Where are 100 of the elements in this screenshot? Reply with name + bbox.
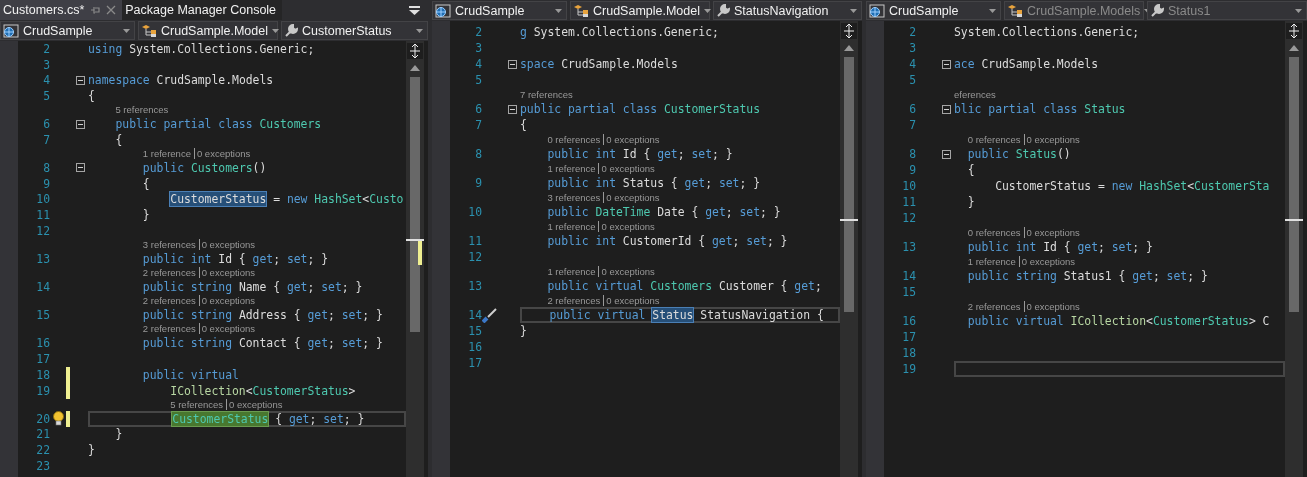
- line-number: 2: [474, 25, 482, 39]
- line-number: 3: [474, 41, 482, 55]
- scroll-up-icon[interactable]: [844, 45, 854, 51]
- line-number: 2: [42, 41, 50, 56]
- code-line: {: [115, 132, 123, 147]
- code-line: public virtual Status StatusNavigation {: [549, 308, 824, 322]
- code-editor[interactable]: [884, 21, 1307, 477]
- lightbulb-icon[interactable]: [52, 411, 64, 427]
- collapse-icon[interactable]: [76, 75, 85, 85]
- hierarchy-icon: [1007, 3, 1023, 18]
- line-number: 8: [42, 160, 50, 175]
- dropdown[interactable]: Status1: [1147, 1, 1307, 20]
- line-number: 17: [467, 356, 482, 370]
- line-number: 12: [901, 211, 916, 225]
- scroll-thumb[interactable]: [844, 57, 854, 312]
- splitter-icon[interactable]: [841, 23, 857, 39]
- code-editor[interactable]: [18, 41, 428, 477]
- wrench-icon: [284, 23, 298, 38]
- code-line: }: [520, 324, 527, 338]
- scrollbar[interactable]: [406, 41, 424, 477]
- globe-icon: [435, 3, 451, 18]
- line-number: 8: [908, 147, 916, 161]
- codelens-label[interactable]: 2 references 0 exceptions: [967, 300, 1080, 313]
- line-number: 6: [908, 102, 916, 116]
- line-number: 9: [42, 176, 50, 191]
- code-line: public string Address { get; set; }: [142, 308, 383, 323]
- collapse-icon[interactable]: [942, 149, 951, 159]
- codelens-label[interactable]: 2 references 0 exceptions: [547, 294, 660, 307]
- line-number: 13: [35, 251, 50, 266]
- collapse-icon[interactable]: [942, 59, 951, 69]
- line-number: 3: [908, 41, 916, 55]
- codelens-label[interactable]: eferences: [954, 88, 996, 101]
- code-editor[interactable]: [450, 21, 862, 477]
- code-line: public string Name { get; set; }: [142, 280, 363, 295]
- scrollbar[interactable]: [840, 21, 858, 477]
- pin-icon[interactable]: [90, 5, 101, 15]
- code-line: public DateTime Date { get; set; }: [547, 205, 781, 219]
- scroll-up-icon[interactable]: [410, 65, 420, 71]
- caret-icon: [416, 28, 423, 33]
- codelens-label[interactable]: 0 references 0 exceptions: [967, 226, 1080, 239]
- dropdown[interactable]: CrudSample: [432, 1, 567, 20]
- codelens-label[interactable]: 2 references 0 exceptions: [142, 295, 255, 308]
- dropdown[interactable]: CrudSample.Model: [570, 1, 710, 20]
- code-line: blic partial class Status: [954, 102, 1126, 116]
- code-line: public string Status1 { get; set; }: [967, 269, 1208, 283]
- dropdown[interactable]: CrudSample.Models: [1004, 1, 1144, 20]
- codelens-label[interactable]: 7 references: [520, 88, 573, 101]
- dropdown[interactable]: CustomerStatus: [281, 21, 428, 40]
- line-number: 19: [35, 383, 50, 398]
- wrench-icon: [716, 3, 730, 18]
- line-number: 10: [35, 192, 50, 207]
- codelens-label[interactable]: 1 reference 0 exceptions: [547, 220, 655, 233]
- line-number: 13: [901, 240, 916, 254]
- caret-icon: [123, 28, 130, 33]
- code-line: public virtual ICollection<CustomerStatus> C: [967, 314, 1270, 328]
- caret-marker: [1285, 219, 1303, 221]
- codelens-label[interactable]: 1 reference 0 exceptions: [547, 265, 655, 278]
- collapse-icon[interactable]: [508, 59, 517, 69]
- line-number: 8: [474, 147, 482, 161]
- codelens-label[interactable]: 3 references 0 exceptions: [547, 191, 660, 204]
- dropdown[interactable]: StatusNavigation: [713, 1, 862, 20]
- codelens-label[interactable]: 1 reference 0 exceptions: [547, 162, 655, 175]
- scroll-thumb[interactable]: [1289, 57, 1299, 312]
- codelens-label[interactable]: 1 reference 0 exceptions: [142, 147, 251, 160]
- scrollbar[interactable]: [1285, 21, 1303, 477]
- line-number: 6: [42, 117, 50, 132]
- codelens-label[interactable]: 3 references 0 exceptions: [142, 238, 255, 251]
- scroll-thumb[interactable]: [410, 77, 420, 332]
- splitter-icon[interactable]: [1286, 23, 1302, 39]
- codelens-label[interactable]: 0 references 0 exceptions: [967, 133, 1080, 146]
- splitter-icon[interactable]: [407, 43, 423, 59]
- code-line: namespace CrudSample.Models: [88, 73, 274, 88]
- collapse-icon[interactable]: [508, 104, 517, 114]
- code-line: public int CustomerId { get; set; }: [547, 234, 788, 248]
- code-line: public int Status { get; set; }: [547, 176, 761, 190]
- document-tab[interactable]: Customers.cs*: [0, 0, 123, 20]
- code-line: public Customers(): [142, 160, 267, 175]
- dropdown[interactable]: CrudSample: [866, 1, 1001, 20]
- codelens-label[interactable]: 5 references: [115, 104, 169, 116]
- dropdown[interactable]: CrudSample.Model: [138, 21, 278, 40]
- codelens-label[interactable]: 2 references 0 exceptions: [142, 323, 255, 336]
- dropdown-icon[interactable]: [409, 5, 420, 15]
- codelens-label[interactable]: 5 references 0 exceptions: [170, 398, 283, 411]
- collapse-icon[interactable]: [76, 163, 85, 173]
- scroll-up-icon[interactable]: [1289, 45, 1299, 51]
- dropdown[interactable]: CrudSample: [0, 21, 135, 40]
- codelens-label[interactable]: 1 reference 0 exceptions: [967, 255, 1076, 268]
- document-tab[interactable]: Package Manager Console: [122, 0, 283, 20]
- line-number: 23: [35, 458, 50, 473]
- line-number: 18: [35, 367, 50, 382]
- line-number: 10: [901, 179, 916, 193]
- line-number: 10: [467, 205, 482, 219]
- collapse-icon[interactable]: [76, 119, 85, 129]
- close-icon[interactable]: [106, 5, 117, 15]
- codelens-label[interactable]: 0 references 0 exceptions: [547, 133, 660, 146]
- code-line: g System.Collections.Generic;: [520, 25, 719, 39]
- caret-icon: [1295, 8, 1302, 13]
- collapse-icon[interactable]: [942, 104, 951, 114]
- screwdriver-icon[interactable]: [482, 307, 498, 323]
- codelens-label[interactable]: 2 references 0 exceptions: [142, 267, 255, 279]
